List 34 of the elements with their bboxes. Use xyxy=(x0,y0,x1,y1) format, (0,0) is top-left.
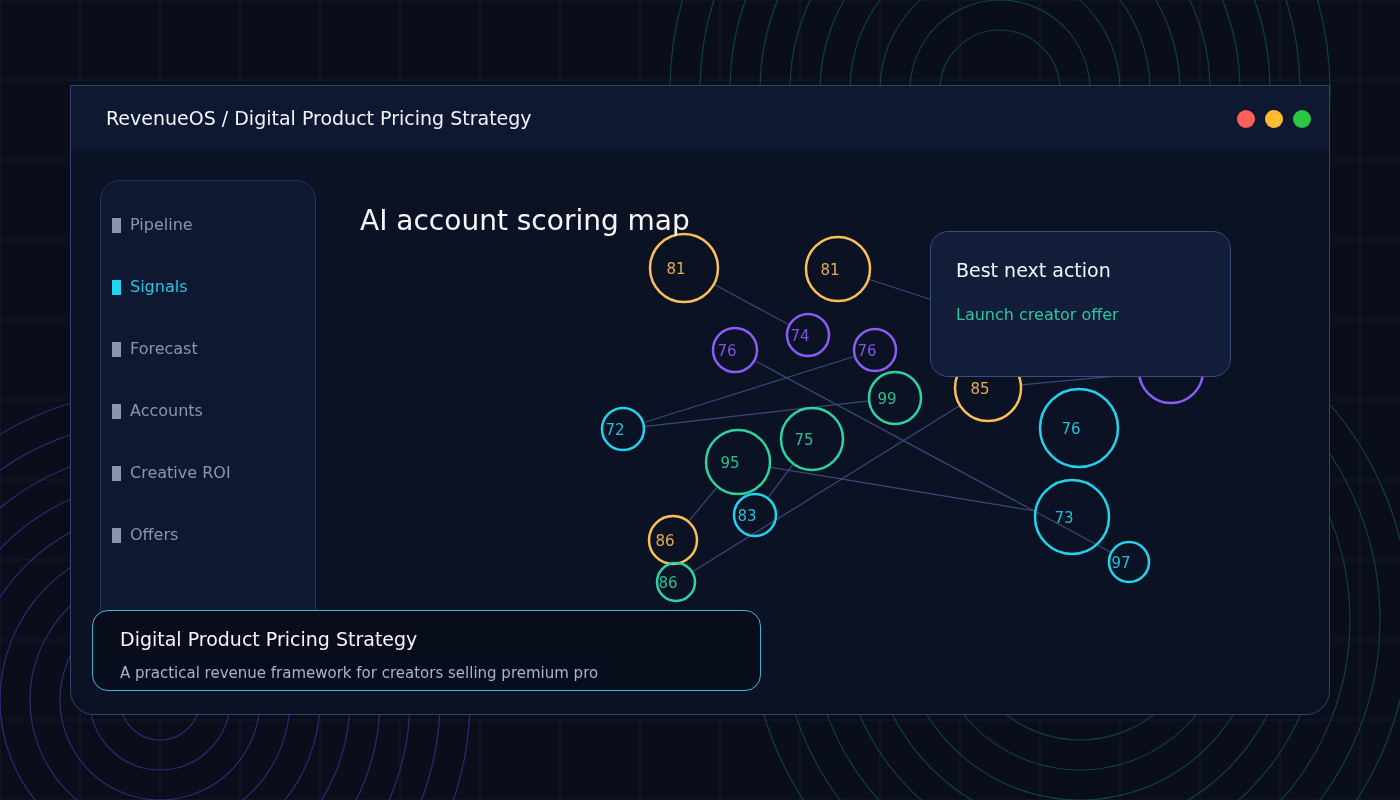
item-marker-icon xyxy=(112,217,121,233)
score-bubble[interactable]: 76 xyxy=(711,326,759,374)
score-bubble[interactable]: 83 xyxy=(732,492,778,538)
window-title: RevenueOS / Digital Product Pricing Strategy xyxy=(106,106,532,132)
score-bubble[interactable]: 76 xyxy=(852,327,898,373)
item-marker-icon xyxy=(112,341,121,357)
item-marker-icon xyxy=(112,279,121,295)
sidebar-item[interactable]: Forecast xyxy=(112,338,315,360)
close-button[interactable] xyxy=(1237,109,1255,128)
sidebar-item[interactable]: Signals xyxy=(112,276,315,298)
item-marker-icon xyxy=(112,403,121,419)
score-bubble[interactable]: 76 xyxy=(1038,387,1120,469)
sidebar-item[interactable]: Creative ROI xyxy=(112,462,315,484)
minimize-button[interactable] xyxy=(1265,109,1283,128)
item-marker-icon xyxy=(112,527,121,543)
sidebar-item[interactable]: Offers xyxy=(112,524,315,546)
score-bubble[interactable]: 81 xyxy=(804,235,872,303)
score-bubble[interactable]: 72 xyxy=(600,406,646,452)
score-bubble[interactable]: 99 xyxy=(867,370,923,426)
maximize-button[interactable] xyxy=(1293,109,1311,128)
score-bubble[interactable]: 75 xyxy=(779,406,845,472)
summary-title: Digital Product Pricing Strategy xyxy=(120,627,419,652)
card-title: Best next action xyxy=(956,258,1112,283)
score-bubble[interactable]: 86 xyxy=(655,561,697,603)
item-marker-icon xyxy=(112,465,121,481)
sidebar-item[interactable]: Accounts xyxy=(112,400,315,422)
sidebar-item[interactable]: Pipeline xyxy=(112,214,315,236)
action-link[interactable]: Launch creator offer xyxy=(956,302,1119,327)
summary-description: A practical revenue framework for creators selling premium pro xyxy=(120,662,600,684)
score-bubble[interactable]: 97 xyxy=(1107,540,1151,584)
score-bubble[interactable]: 74 xyxy=(785,312,831,358)
score-bubble[interactable]: 86 xyxy=(647,514,699,566)
score-bubble[interactable]: 73 xyxy=(1033,478,1111,556)
score-bubble[interactable]: 95 xyxy=(704,428,772,496)
